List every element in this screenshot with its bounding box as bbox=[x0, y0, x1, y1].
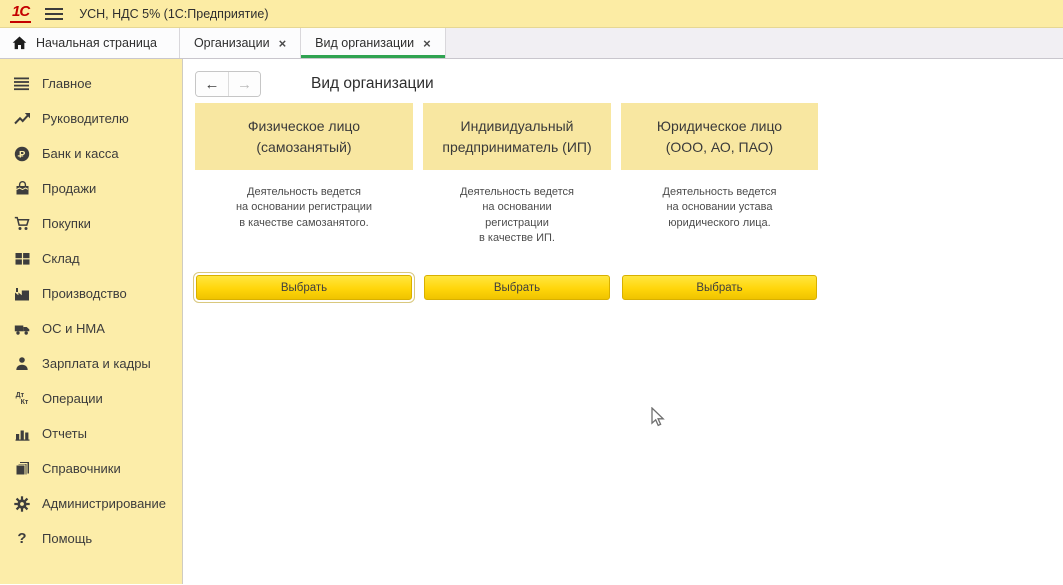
tab-home-page[interactable]: Начальная страница bbox=[0, 28, 180, 58]
card-header: Индивидуальный предприниматель (ИП) bbox=[423, 103, 611, 170]
close-icon[interactable]: × bbox=[423, 37, 431, 50]
person-icon bbox=[13, 356, 31, 372]
back-button[interactable]: ← bbox=[196, 72, 228, 96]
sidebar-item-fixed-assets[interactable]: ОС и НМА bbox=[0, 311, 182, 346]
sidebar-item-label: Зарплата и кадры bbox=[42, 356, 151, 371]
app-window: 1С УСН, НДС 5% (1С:Предприятие) Начальна… bbox=[0, 0, 1063, 585]
sidebar-item-administration[interactable]: Администрирование bbox=[0, 486, 182, 521]
card-header: Юридическое лицо (ООО, АО, ПАО) bbox=[621, 103, 818, 170]
sidebar-item-operations[interactable]: ДтКт Операции bbox=[0, 381, 182, 416]
sidebar-item-reports[interactable]: Отчеты bbox=[0, 416, 182, 451]
mouse-cursor bbox=[651, 407, 665, 432]
sidebar-item-label: Продажи bbox=[42, 181, 96, 196]
sidebar-item-directories[interactable]: Справочники bbox=[0, 451, 182, 486]
history-nav: ← → bbox=[195, 71, 261, 97]
sidebar-item-label: Администрирование bbox=[42, 496, 166, 511]
gear-icon bbox=[13, 496, 31, 512]
main-content: ← → Вид организации Физическое лицо (сам… bbox=[183, 59, 1063, 584]
sidebar-item-label: Справочники bbox=[42, 461, 121, 476]
warehouse-grid-icon bbox=[13, 251, 31, 267]
select-button-selfemployed[interactable]: Выбрать bbox=[196, 275, 412, 300]
tab-organizations[interactable]: Организации × bbox=[180, 28, 301, 58]
sidebar-item-label: Операции bbox=[42, 391, 103, 406]
tab-label: Организации bbox=[194, 36, 270, 50]
factory-icon bbox=[13, 286, 31, 302]
main-menu-icon[interactable] bbox=[45, 8, 63, 20]
card-individual-selfemployed: Физическое лицо (самозанятый) Деятельнос… bbox=[195, 103, 413, 308]
nav-row: ← → Вид организации bbox=[195, 71, 1063, 97]
sidebar-item-label: Главное bbox=[42, 76, 92, 91]
trend-icon bbox=[13, 111, 31, 127]
card-description: Деятельность ведется на основании регист… bbox=[195, 185, 413, 231]
organization-type-cards: Физическое лицо (самозанятый) Деятельнос… bbox=[195, 103, 1063, 308]
tab-bar: Начальная страница Организации × Вид орг… bbox=[0, 28, 1063, 59]
sidebar-item-label: Покупки bbox=[42, 216, 91, 231]
cart-icon bbox=[13, 216, 31, 232]
sidebar-item-help[interactable]: ? Помощь bbox=[0, 521, 182, 556]
bar-chart-icon bbox=[13, 426, 31, 442]
tab-label: Начальная страница bbox=[36, 36, 157, 50]
sidebar-item-payroll-hr[interactable]: Зарплата и кадры bbox=[0, 346, 182, 381]
sidebar-item-warehouse[interactable]: Склад bbox=[0, 241, 182, 276]
sidebar-item-label: ОС и НМА bbox=[42, 321, 105, 336]
menu-lines-icon bbox=[13, 76, 31, 92]
question-icon: ? bbox=[13, 531, 31, 547]
forward-button[interactable]: → bbox=[228, 72, 260, 96]
card-header: Физическое лицо (самозанятый) bbox=[195, 103, 413, 170]
close-icon[interactable]: × bbox=[279, 37, 287, 50]
page-title: Вид организации bbox=[311, 75, 434, 93]
sidebar: Главное Руководителю Р Банк и касса Прод… bbox=[0, 59, 183, 584]
card-individual-entrepreneur: Индивидуальный предприниматель (ИП) Деят… bbox=[423, 103, 611, 308]
sidebar-item-manager[interactable]: Руководителю bbox=[0, 101, 182, 136]
ruble-circle-icon: Р bbox=[13, 146, 31, 162]
books-icon bbox=[13, 461, 31, 477]
titlebar: 1С УСН, НДС 5% (1С:Предприятие) bbox=[0, 0, 1063, 28]
sidebar-item-label: Руководителю bbox=[42, 111, 129, 126]
tab-label: Вид организации bbox=[315, 36, 414, 50]
select-button-entrepreneur[interactable]: Выбрать bbox=[424, 275, 610, 300]
sidebar-item-label: Отчеты bbox=[42, 426, 87, 441]
tab-organization-type[interactable]: Вид организации × bbox=[301, 28, 446, 58]
debit-credit-icon: ДтКт bbox=[13, 391, 31, 407]
home-icon bbox=[12, 36, 27, 50]
bag-icon bbox=[13, 181, 31, 197]
1c-logo: 1С bbox=[10, 4, 31, 23]
select-button-legal-entity[interactable]: Выбрать bbox=[622, 275, 817, 300]
sidebar-item-label: Склад bbox=[42, 251, 80, 266]
sidebar-item-label: Банк и касса bbox=[42, 146, 119, 161]
sidebar-item-sales[interactable]: Продажи bbox=[0, 171, 182, 206]
card-description: Деятельность ведется на основании устава… bbox=[621, 185, 818, 231]
sidebar-item-main[interactable]: Главное bbox=[0, 66, 182, 101]
sidebar-item-purchases[interactable]: Покупки bbox=[0, 206, 182, 241]
card-legal-entity: Юридическое лицо (ООО, АО, ПАО) Деятельн… bbox=[621, 103, 818, 308]
card-description: Деятельность ведется на основании регист… bbox=[423, 185, 611, 247]
truck-icon bbox=[13, 321, 31, 337]
sidebar-item-production[interactable]: Производство bbox=[0, 276, 182, 311]
app-title: УСН, НДС 5% (1С:Предприятие) bbox=[79, 7, 268, 21]
svg-text:Р: Р bbox=[19, 149, 26, 160]
sidebar-item-label: Производство bbox=[42, 286, 127, 301]
sidebar-item-bank-cash[interactable]: Р Банк и касса bbox=[0, 136, 182, 171]
sidebar-item-label: Помощь bbox=[42, 531, 92, 546]
